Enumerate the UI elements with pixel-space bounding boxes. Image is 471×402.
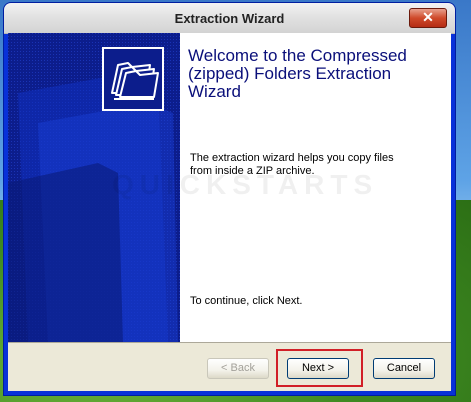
wizard-window: Extraction Wizard ✕ Welcome to the Compr… (3, 2, 456, 396)
next-button[interactable]: Next > (287, 358, 349, 379)
wizard-client: Welcome to the Compressed (zipped) Folde… (8, 33, 451, 391)
page-title: Welcome to the Compressed (zipped) Folde… (188, 46, 407, 101)
button-bar: < Back Next > Cancel (8, 342, 451, 391)
folder-files-icon (102, 47, 164, 111)
close-icon: ✕ (422, 9, 434, 25)
close-button[interactable]: ✕ (409, 8, 447, 28)
window-title: Extraction Wizard (174, 11, 285, 26)
wizard-content: Welcome to the Compressed (zipped) Folde… (112, 33, 451, 342)
continue-instruction: To continue, click Next. (190, 295, 303, 307)
back-button[interactable]: < Back (207, 358, 269, 379)
watermark: QUICKSTARTS (112, 169, 379, 200)
title-bar[interactable]: Extraction Wizard ✕ (4, 3, 455, 34)
cancel-button[interactable]: Cancel (373, 358, 435, 379)
